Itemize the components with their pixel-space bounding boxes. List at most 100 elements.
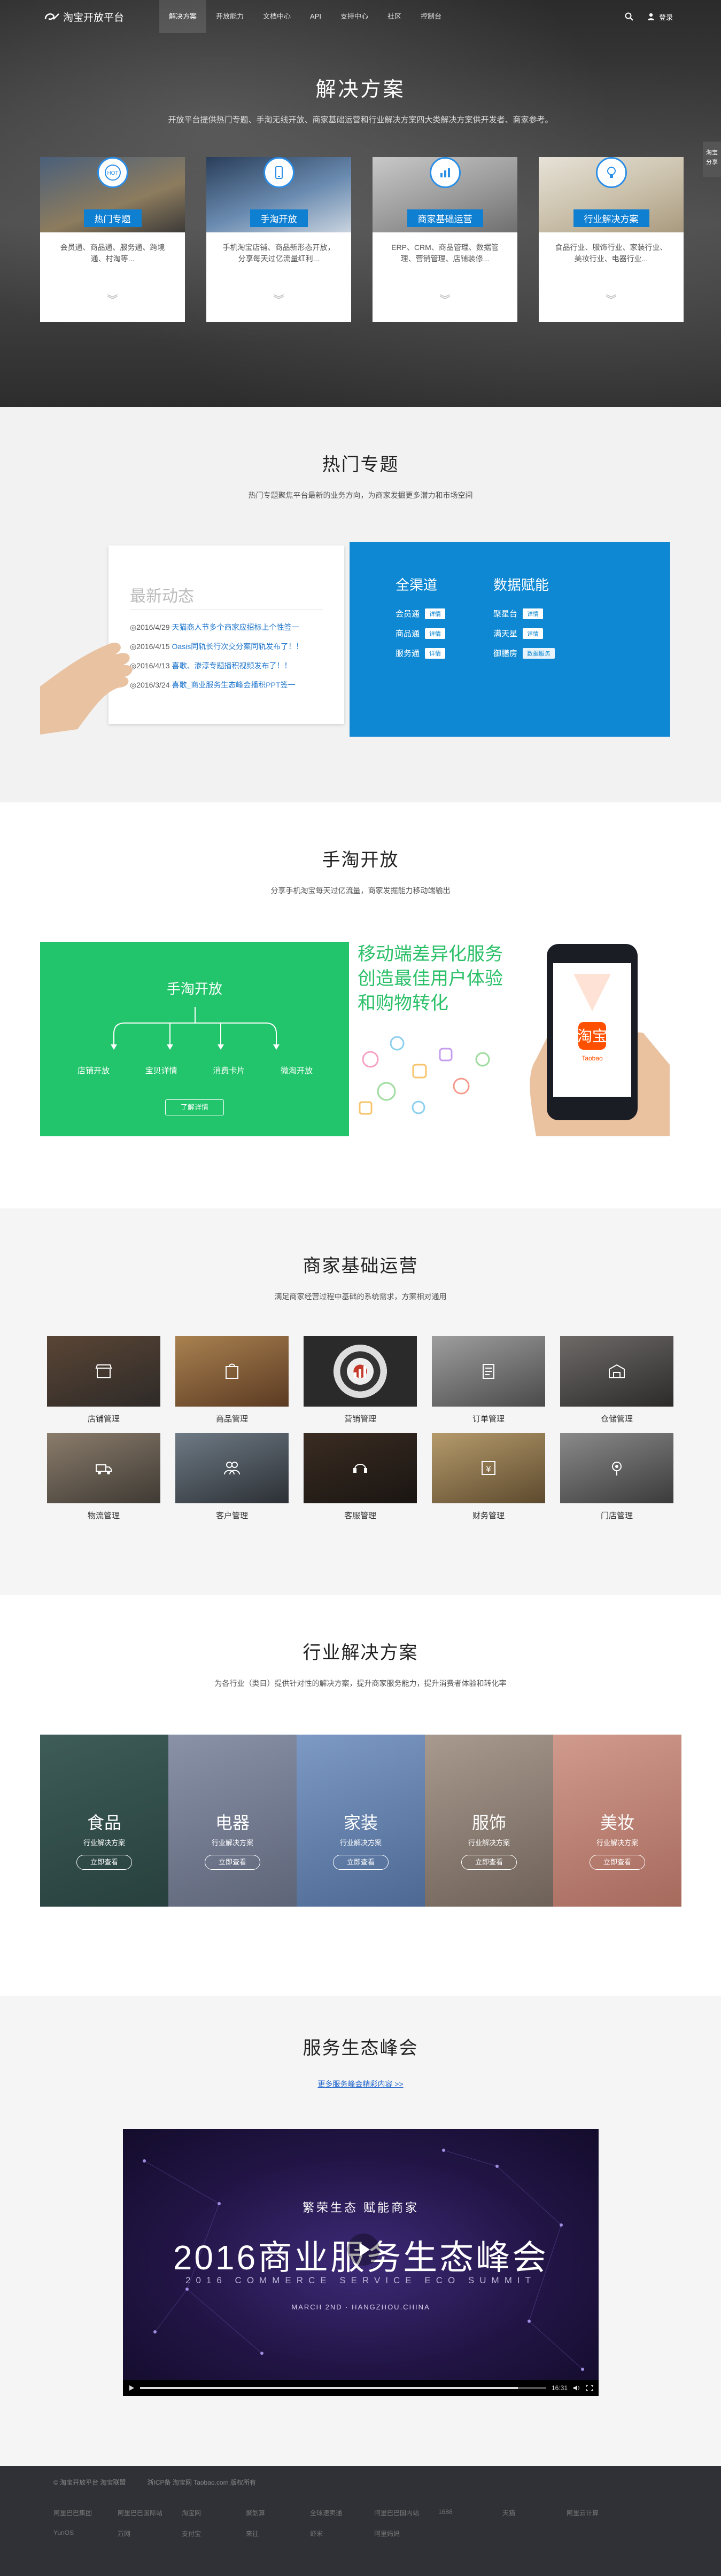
merch-store[interactable]: 店铺管理 [47, 1336, 160, 1424]
play-small-icon[interactable] [128, 2385, 135, 2391]
view-now-button[interactable]: 立即查看 [76, 1855, 132, 1870]
detail-button[interactable]: 详情 [523, 608, 544, 619]
nav-console[interactable]: 控制台 [411, 0, 451, 33]
video-time: 16:31 [551, 2384, 568, 2392]
data-service-button[interactable]: 数据服务 [523, 647, 555, 659]
nav-solutions[interactable]: 解决方案 [159, 0, 207, 33]
fullscreen-icon[interactable] [586, 2385, 593, 2391]
nav-support[interactable]: 支持中心 [331, 0, 378, 33]
channel-item[interactable]: 满天星 详情 [493, 628, 555, 639]
footer-link[interactable]: 万网 [118, 2529, 182, 2538]
footer: © 淘宝开放平台 淘宝联盟 浙ICP备 淘宝网 Taobao.com 版权所有 … [0, 2466, 721, 2576]
hero-card-handtao[interactable]: 手淘开放 手机淘宝店铺、商品新形态开放，分享每天过亿流量红利... ︾ [206, 157, 351, 322]
footer-link[interactable]: 阿里巴巴国内站 [374, 2508, 438, 2517]
phone-app-name: 淘宝 [577, 1027, 607, 1045]
industry-tag: 行业解决方案 [83, 1839, 125, 1847]
news-link[interactable]: 喜歌、渗淳专题播积视频发布了！！ [172, 661, 292, 670]
hero-card-industry[interactable]: 行业解决方案 食品行业、服饰行业、家装行业、美妆行业、电器行业... ︾ [539, 157, 684, 322]
channel-item-name: 聚星台 [493, 610, 518, 619]
industry-beauty[interactable]: 美妆 行业解决方案 立即查看 [553, 1735, 681, 1907]
footer-link[interactable]: 阿里云计算 [567, 2508, 631, 2517]
news-link[interactable]: 天猫商人节多个商家应招标上个性签一 [172, 623, 299, 631]
footer-link[interactable]: 阿里巴巴集团 [53, 2508, 118, 2517]
hero-card-hot[interactable]: HOT 热门专题 会员通、商品通、服务通、跨境通、村淘等... ︾ [40, 157, 185, 322]
footer-link[interactable]: 1688 [438, 2508, 502, 2517]
handtao-diagram-title: 手淘开放 [166, 981, 222, 997]
news-item[interactable]: ◎2016/4/15 Oasis同轨长行次交分案同轨发布了！！ [130, 637, 323, 656]
view-now-button[interactable]: 立即查看 [333, 1855, 389, 1870]
nav-community[interactable]: 社区 [378, 0, 411, 33]
user-icon [647, 13, 654, 20]
play-button[interactable] [347, 2234, 379, 2266]
industry-home[interactable]: 家装 行业解决方案 立即查看 [297, 1735, 425, 1907]
view-now-button[interactable]: 立即查看 [590, 1855, 645, 1870]
handtao-promo: 移动端差异化服务 创造最佳用户体验 和购物转化 淘宝 Taobao [349, 942, 670, 1136]
footer-link[interactable]: 支付宝 [182, 2529, 246, 2538]
merch-order[interactable]: 订单管理 [432, 1336, 545, 1424]
hero-card-merchant[interactable]: 商家基础运营 ERP、CRM、商品管理、数据管理、营销管理、店铺装修... ︾ [373, 157, 517, 322]
footer-link[interactable]: 来往 [246, 2529, 310, 2538]
industry-name: 家装 [343, 1813, 378, 1832]
industry-name: 食品 [87, 1813, 121, 1832]
nav-docs[interactable]: 文档中心 [253, 0, 300, 33]
view-now-button[interactable]: 立即查看 [461, 1855, 517, 1870]
footer-link[interactable]: YunOS [53, 2529, 118, 2538]
industry-food[interactable]: 食品 行业解决方案 立即查看 [40, 1735, 168, 1907]
industry-appliance[interactable]: 电器 行业解决方案 立即查看 [168, 1735, 297, 1907]
learn-more-button[interactable]: 了解详情 [165, 1099, 224, 1115]
video-progress-track[interactable] [140, 2387, 546, 2389]
channel-item[interactable]: 商品通 详情 [396, 628, 446, 639]
summit-video-player[interactable]: 繁荣生态 赋能商家 2016商业服务生态峰会 2016 COMMERCE SER… [123, 2129, 599, 2396]
handtao-diagram: 手淘开放 店铺开放 宝贝详情 消费卡片 微淘开放 了解详情 [40, 942, 349, 1136]
footer-link[interactable]: 全球速卖通 [310, 2508, 374, 2517]
detail-button[interactable]: 详情 [425, 608, 446, 619]
summit-more-link[interactable]: 更多服务峰会精彩内容 >> [317, 2079, 403, 2089]
nav-capabilities[interactable]: 开放能力 [206, 0, 253, 33]
footer-link[interactable]: 虾米 [310, 2529, 374, 2538]
app-icons-illustration [359, 1036, 490, 1115]
detail-button[interactable]: 详情 [425, 647, 446, 659]
industry-tag: 行业解决方案 [596, 1839, 638, 1847]
merch-customer[interactable]: 客户管理 [175, 1433, 289, 1521]
channel-item[interactable]: 聚星台 详情 [493, 608, 555, 619]
detail-button[interactable]: 详情 [425, 628, 446, 639]
logo[interactable]: 淘宝开放平台 [44, 10, 156, 24]
handtao-slogan: 移动端差异化服务 创造最佳用户体验 和购物转化 [358, 942, 503, 1016]
news-link[interactable]: 喜歌_商业服务生态峰会播积PPT签一 [172, 681, 296, 689]
order-icon [432, 1336, 545, 1407]
footer-link[interactable]: 阿里巴巴国际站 [118, 2508, 182, 2517]
share-side-tab[interactable]: 淘宝 分享 [703, 142, 721, 177]
news-item[interactable]: ◎2016/3/24 喜歌_商业服务生态峰会播积PPT签一 [130, 675, 323, 694]
channel-item[interactable]: 御膳房 数据服务 [493, 647, 555, 659]
footer-link[interactable]: 阿里妈妈 [374, 2529, 438, 2538]
view-now-button[interactable]: 立即查看 [205, 1855, 260, 1870]
merch-logistics[interactable]: 物流管理 [47, 1433, 160, 1521]
section-title: 手淘开放 [322, 850, 399, 870]
svg-text:¥: ¥ [486, 1465, 491, 1474]
login-button[interactable]: 登录 [647, 12, 673, 22]
side-tab-line: 分享 [706, 159, 718, 166]
merch-service[interactable]: 客服管理 [304, 1433, 417, 1521]
merch-goods[interactable]: 商品管理 [175, 1336, 289, 1424]
industry-apparel[interactable]: 服饰 行业解决方案 立即查看 [425, 1735, 553, 1907]
nav-api[interactable]: API [300, 0, 331, 33]
merch-label: 营销管理 [344, 1415, 376, 1424]
detail-button[interactable]: 详情 [523, 628, 544, 639]
channel-item[interactable]: 服务通 详情 [396, 647, 446, 659]
news-item[interactable]: ◎2016/4/13 喜歌、渗淳专题播积视频发布了！！ [130, 656, 323, 675]
merch-marketing[interactable]: 营销管理 [304, 1336, 417, 1424]
chart-icon [429, 157, 461, 188]
footer-link[interactable]: 聚划算 [246, 2508, 310, 2517]
merch-finance[interactable]: ¥ 财务管理 [432, 1433, 545, 1521]
section-title: 热门专题 [322, 455, 399, 475]
video-line4: MARCH 2ND · HANGZHOU.CHINA [291, 2303, 430, 2311]
merch-warehouse[interactable]: 仓储管理 [560, 1336, 673, 1424]
news-link[interactable]: Oasis同轨长行次交分案同轨发布了！！ [172, 642, 304, 651]
search-icon[interactable] [625, 12, 633, 21]
footer-link[interactable]: 淘宝网 [182, 2508, 246, 2517]
volume-icon[interactable] [573, 2385, 580, 2391]
channel-item[interactable]: 会员通 详情 [396, 608, 446, 619]
news-item[interactable]: ◎2016/4/29 天猫商人节多个商家应招标上个性签一 [130, 618, 323, 637]
footer-link[interactable]: 天猫 [502, 2508, 567, 2517]
merch-shop[interactable]: 门店管理 [560, 1433, 673, 1521]
